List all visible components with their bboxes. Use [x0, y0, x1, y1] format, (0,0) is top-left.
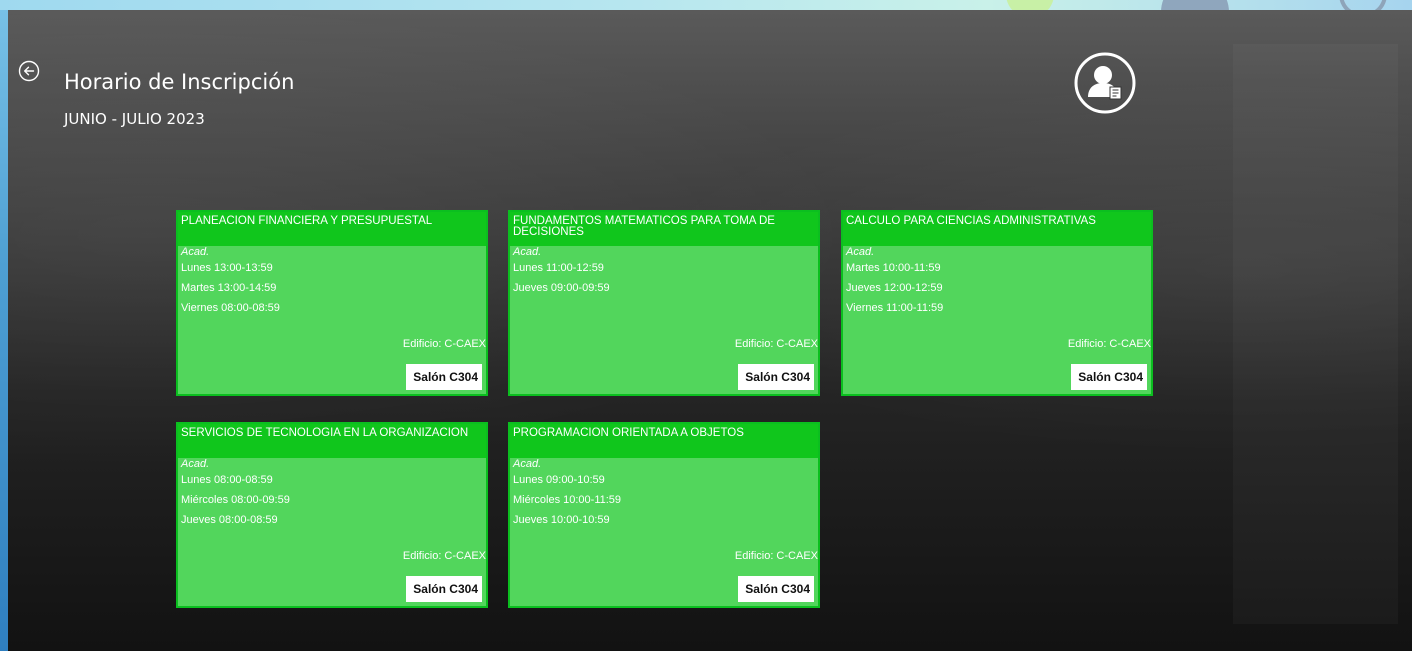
- user-profile-icon: [1074, 52, 1136, 114]
- course-type: Acad.: [846, 246, 875, 258]
- back-button[interactable]: [16, 58, 42, 84]
- schedule-line: Martes 13:00-14:59: [181, 282, 277, 294]
- course-title: SERVICIOS DE TECNOLOGIA EN LA ORGANIZACI…: [178, 424, 486, 458]
- schedule-line: Lunes 11:00-12:59: [513, 262, 604, 274]
- schedule-line: Viernes 08:00-08:59: [181, 302, 280, 314]
- background-shade: [1233, 44, 1398, 624]
- building-label: Edificio: C-CAEX: [734, 338, 818, 350]
- room-badge: Salón C304: [1071, 364, 1147, 390]
- room-badge: Salón C304: [406, 576, 482, 602]
- course-schedule: Acad. Lunes 09:00-10:59 Miércoles 10:00-11…: [510, 458, 818, 530]
- page-title: Horario de Inscripción: [64, 70, 295, 94]
- schedule-line: Miércoles 08:00-09:59: [181, 494, 290, 506]
- room-badge: Salón C304: [406, 364, 482, 390]
- schedule-line: Miércoles 10:00-11:59: [513, 494, 622, 506]
- room-badge: Salón C304: [738, 364, 814, 390]
- course-card[interactable]: PROGRAMACION ORIENTADA A OBJETOS Acad. Lun…: [508, 422, 820, 608]
- course-schedule: Acad. Martes 10:00-11:59 Jueves 12:00-12:5…: [843, 246, 1151, 318]
- course-card[interactable]: CALCULO PARA CIENCIAS ADMINISTRATIVAS Aca…: [841, 210, 1153, 396]
- course-type: Acad.: [181, 246, 210, 258]
- schedule-line: Jueves 10:00-10:59: [513, 514, 610, 526]
- course-card[interactable]: PLANEACION FINANCIERA Y PRESUPUESTAL Acad…: [176, 210, 488, 396]
- course-card[interactable]: FUNDAMENTOS MATEMATICOS PARA TOMA DE DEC…: [508, 210, 820, 396]
- user-profile-button[interactable]: [1072, 50, 1138, 116]
- schedule-line: Lunes 09:00-10:59: [513, 474, 605, 486]
- schedule-line: Jueves 12:00-12:59: [846, 282, 943, 294]
- building-label: Edificio: C-CAEX: [1067, 338, 1151, 350]
- course-schedule: Acad. Lunes 08:00-08:59 Miércoles 08:00-09…: [178, 458, 486, 530]
- schedule-line: Viernes 11:00-11:59: [846, 302, 944, 314]
- room-badge: Salón C304: [738, 576, 814, 602]
- course-type: Acad.: [513, 458, 542, 470]
- course-title: PROGRAMACION ORIENTADA A OBJETOS: [510, 424, 818, 458]
- app-window: Horario de Inscripción JUNIO - JULIO 202…: [8, 10, 1412, 651]
- schedule-line: Lunes 08:00-08:59: [181, 474, 273, 486]
- course-type: Acad.: [513, 246, 542, 258]
- building-label: Edificio: C-CAEX: [402, 338, 486, 350]
- course-card[interactable]: SERVICIOS DE TECNOLOGIA EN LA ORGANIZACI…: [176, 422, 488, 608]
- course-schedule: Acad. Lunes 13:00-13:59 Martes 13:00-14:59…: [178, 246, 486, 318]
- course-title: PLANEACION FINANCIERA Y PRESUPUESTAL: [178, 212, 486, 246]
- schedule-line: Lunes 13:00-13:59: [181, 262, 273, 274]
- schedule-line: Jueves 09:00-09:59: [513, 282, 610, 294]
- course-schedule: Acad. Lunes 11:00-12:59 Jueves 09:00-09:59: [510, 246, 818, 298]
- course-type: Acad.: [181, 458, 210, 470]
- course-title: CALCULO PARA CIENCIAS ADMINISTRATIVAS: [843, 212, 1151, 246]
- period-subtitle: JUNIO - JULIO 2023: [64, 110, 205, 128]
- schedule-line: Martes 10:00-11:59: [846, 262, 941, 274]
- desktop-background-strip: [0, 10, 8, 651]
- schedule-line: Jueves 08:00-08:59: [181, 514, 278, 526]
- building-label: Edificio: C-CAEX: [402, 550, 486, 562]
- back-arrow-icon: [18, 60, 40, 82]
- course-title: FUNDAMENTOS MATEMATICOS PARA TOMA DE DEC…: [510, 212, 818, 246]
- building-label: Edificio: C-CAEX: [734, 550, 818, 562]
